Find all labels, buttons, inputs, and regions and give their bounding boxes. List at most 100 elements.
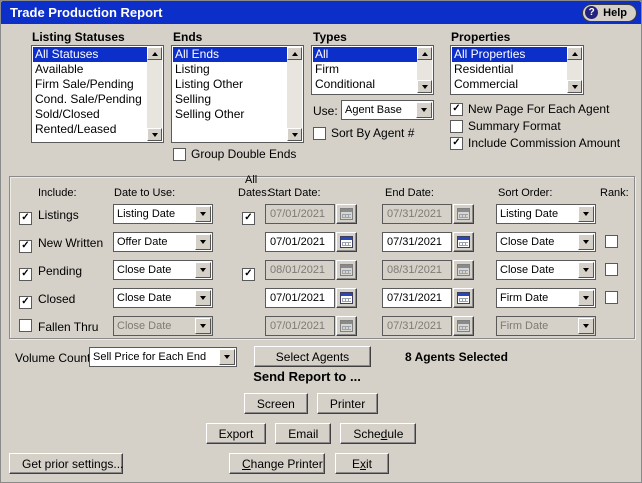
rank-checkbox[interactable] bbox=[605, 235, 618, 248]
scroll-up-button[interactable] bbox=[287, 47, 302, 60]
list-item-all-ends[interactable]: All Ends bbox=[173, 47, 287, 62]
list-item-residential[interactable]: Residential bbox=[452, 62, 567, 77]
end-date-calendar-button[interactable] bbox=[453, 232, 474, 252]
scroll-down-button[interactable] bbox=[287, 128, 302, 141]
end-date-input[interactable]: 07/31/2021 bbox=[382, 288, 452, 308]
end-date-calendar-button[interactable] bbox=[453, 260, 474, 280]
sort-order-select[interactable]: Firm Date bbox=[496, 288, 596, 308]
change-printer-button[interactable]: Change Printer bbox=[229, 453, 325, 474]
start-date-calendar-button[interactable] bbox=[336, 288, 357, 308]
exit-button[interactable]: Exit bbox=[335, 453, 389, 474]
all-dates-header-line1: All bbox=[245, 174, 258, 186]
sort-order-select[interactable]: Firm Date bbox=[496, 316, 596, 336]
date-to-use-select[interactable]: Offer Date bbox=[113, 232, 213, 252]
include-checkbox[interactable]: ✓ bbox=[19, 295, 32, 309]
dropdown-arrow-icon bbox=[578, 262, 594, 278]
types-list[interactable]: All Firm Conditional bbox=[311, 45, 434, 95]
list-item-commercial[interactable]: Commercial bbox=[452, 77, 567, 92]
end-date-input[interactable]: 07/31/2021 bbox=[382, 232, 452, 252]
list-item-all-properties[interactable]: All Properties bbox=[452, 47, 567, 62]
help-button[interactable]: ? Help bbox=[582, 3, 637, 22]
scroll-down-button[interactable] bbox=[417, 80, 432, 93]
rank-checkbox[interactable] bbox=[605, 263, 618, 276]
date-to-use-select[interactable]: Close Date bbox=[113, 260, 213, 280]
list-item-cond-sale-pending[interactable]: Cond. Sale/Pending bbox=[33, 92, 147, 107]
sort-order-select[interactable]: Close Date bbox=[496, 232, 596, 252]
include-checkbox[interactable]: ✓ bbox=[19, 267, 32, 281]
screen-button[interactable]: Screen bbox=[243, 393, 308, 414]
checkbox-box[interactable] bbox=[450, 119, 463, 133]
list-item-listing-other[interactable]: Listing Other bbox=[173, 77, 287, 92]
list-item-firm-sale-pending[interactable]: Firm Sale/Pending bbox=[33, 77, 147, 92]
start-date-input[interactable]: 07/01/2021 bbox=[265, 204, 335, 224]
start-date-input[interactable]: 07/01/2021 bbox=[265, 288, 335, 308]
all-dates-checkbox[interactable]: ✓ bbox=[242, 267, 255, 281]
end-date-input[interactable]: 07/31/2021 bbox=[382, 316, 452, 336]
include-checkbox[interactable]: ✓ bbox=[19, 239, 32, 253]
scrollbar[interactable] bbox=[147, 47, 162, 141]
end-date-calendar-button[interactable] bbox=[453, 288, 474, 308]
end-date-input[interactable]: 07/31/2021 bbox=[382, 204, 452, 224]
scroll-down-button[interactable] bbox=[567, 80, 582, 93]
list-item-listing[interactable]: Listing bbox=[173, 62, 287, 77]
checkbox-box[interactable] bbox=[173, 147, 186, 161]
scroll-up-button[interactable] bbox=[567, 47, 582, 60]
volume-count-select[interactable]: Sell Price for Each End bbox=[89, 347, 237, 367]
start-date-input[interactable]: 07/01/2021 bbox=[265, 316, 335, 336]
start-date-input[interactable]: 08/01/2021 bbox=[265, 260, 335, 280]
checkbox-box[interactable]: ✓ bbox=[450, 136, 463, 150]
start-date-calendar-button[interactable] bbox=[336, 316, 357, 336]
start-date-calendar-button[interactable] bbox=[336, 232, 357, 252]
include-checkbox[interactable]: ✓ bbox=[19, 211, 32, 225]
list-item-available[interactable]: Available bbox=[33, 62, 147, 77]
include-checkbox[interactable] bbox=[19, 319, 32, 332]
end-date-calendar-button[interactable] bbox=[453, 316, 474, 336]
sort-order-select[interactable]: Close Date bbox=[496, 260, 596, 280]
properties-list[interactable]: All Properties Residential Commercial bbox=[450, 45, 584, 95]
all-dates-checkbox[interactable]: ✓ bbox=[242, 211, 255, 225]
arrow-down-icon bbox=[291, 132, 298, 137]
list-item-selling-other[interactable]: Selling Other bbox=[173, 107, 287, 122]
start-date-input[interactable]: 07/01/2021 bbox=[265, 232, 335, 252]
include-commission-amount-checkbox[interactable]: ✓ Include Commission Amount bbox=[450, 136, 620, 150]
start-date-calendar-button[interactable] bbox=[336, 260, 357, 280]
end-date-input[interactable]: 08/31/2021 bbox=[382, 260, 452, 280]
ends-list[interactable]: All Ends Listing Listing Other Selling Selli… bbox=[171, 45, 304, 143]
get-prior-settings-button[interactable]: Get prior settings... bbox=[9, 453, 123, 474]
end-date-calendar-button[interactable] bbox=[453, 204, 474, 224]
date-to-use-select[interactable]: Listing Date bbox=[113, 204, 213, 224]
list-item-rented-leased[interactable]: Rented/Leased bbox=[33, 122, 147, 137]
schedule-button[interactable]: Schedule bbox=[340, 423, 417, 444]
sort-order-select[interactable]: Listing Date bbox=[496, 204, 596, 224]
summary-format-checkbox[interactable]: Summary Format bbox=[450, 119, 561, 133]
rank-checkbox[interactable] bbox=[605, 291, 618, 304]
start-date-calendar-button[interactable] bbox=[336, 204, 357, 224]
list-item-sold-closed[interactable]: Sold/Closed bbox=[33, 107, 147, 122]
all-dates-header-line2: Dates: bbox=[238, 187, 270, 199]
scrollbar[interactable] bbox=[287, 47, 302, 141]
export-button[interactable]: Export bbox=[205, 423, 267, 444]
checkbox-box[interactable] bbox=[313, 126, 326, 140]
use-select[interactable]: Agent Base bbox=[341, 100, 434, 120]
scrollbar[interactable] bbox=[567, 47, 582, 93]
list-item-selling[interactable]: Selling bbox=[173, 92, 287, 107]
date-to-use-select[interactable]: Close Date bbox=[113, 288, 213, 308]
scrollbar[interactable] bbox=[417, 47, 432, 93]
calendar-icon bbox=[457, 320, 470, 332]
scroll-up-button[interactable] bbox=[147, 47, 162, 60]
group-double-ends-checkbox[interactable]: Group Double Ends bbox=[173, 147, 296, 161]
sort-by-agent-checkbox[interactable]: Sort By Agent # bbox=[313, 126, 414, 140]
listing-statuses-list[interactable]: All Statuses Available Firm Sale/Pending Co… bbox=[31, 45, 164, 143]
list-item-all-statuses[interactable]: All Statuses bbox=[33, 47, 147, 62]
date-to-use-select[interactable]: Close Date bbox=[113, 316, 213, 336]
printer-button[interactable]: Printer bbox=[316, 393, 379, 414]
email-button[interactable]: Email bbox=[275, 423, 332, 444]
new-page-for-each-agent-checkbox[interactable]: ✓ New Page For Each Agent bbox=[450, 102, 609, 116]
list-item-firm[interactable]: Firm bbox=[313, 62, 417, 77]
scroll-down-button[interactable] bbox=[147, 128, 162, 141]
list-item-conditional[interactable]: Conditional bbox=[313, 77, 417, 92]
checkbox-box[interactable]: ✓ bbox=[450, 102, 463, 116]
select-agents-button[interactable]: Select Agents bbox=[254, 346, 371, 367]
scroll-up-button[interactable] bbox=[417, 47, 432, 60]
list-item-all[interactable]: All bbox=[313, 47, 417, 62]
